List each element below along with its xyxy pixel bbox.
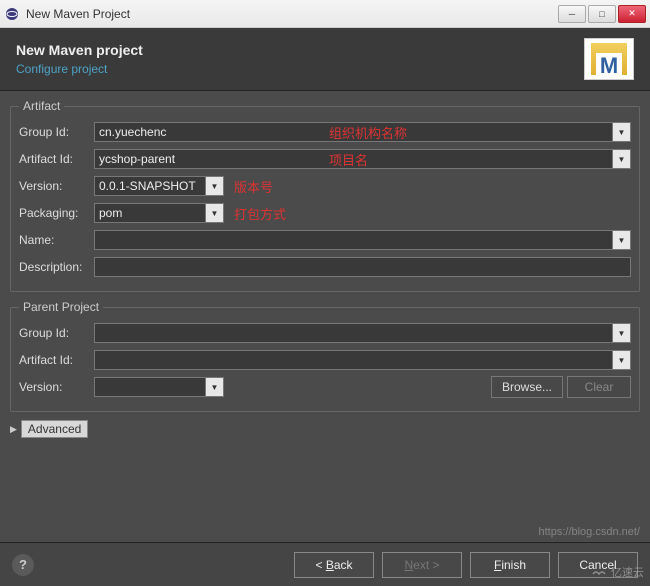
parent-legend: Parent Project — [19, 300, 103, 314]
advanced-label: Advanced — [21, 420, 88, 438]
version-label: Version: — [19, 179, 94, 193]
watermark: https://blog.csdn.net/ — [538, 526, 640, 538]
chevron-down-icon[interactable]: ▼ — [612, 123, 630, 141]
parent-group-id-label: Group Id: — [19, 326, 94, 340]
window-title: New Maven Project — [26, 7, 558, 21]
minimize-button[interactable]: ─ — [558, 5, 586, 23]
back-button[interactable]: < Back — [294, 552, 374, 578]
description-input[interactable] — [94, 257, 631, 277]
name-label: Name: — [19, 233, 94, 247]
packaging-note: 打包方式 — [234, 204, 286, 223]
parent-group: Parent Project Group Id: ▼ Artifact Id: … — [10, 300, 640, 412]
triangle-right-icon: ▶ — [10, 424, 17, 435]
chevron-down-icon[interactable]: ▼ — [205, 204, 223, 222]
group-id-label: Group Id: — [19, 125, 94, 139]
packaging-label: Packaging: — [19, 206, 94, 220]
page-title: New Maven project — [16, 42, 584, 58]
page-subtitle: Configure project — [16, 62, 584, 76]
chevron-down-icon[interactable]: ▼ — [205, 378, 223, 396]
artifact-id-note: 项目名 — [329, 150, 368, 169]
chevron-down-icon[interactable]: ▼ — [612, 351, 630, 369]
watermark-logo: 亿速云 — [591, 564, 644, 580]
titlebar: New Maven Project ─ □ ✕ — [0, 0, 650, 28]
maximize-button[interactable]: □ — [588, 5, 616, 23]
artifact-id-label: Artifact Id: — [19, 152, 94, 166]
group-id-note: 组织机构名称 — [329, 123, 407, 142]
chevron-down-icon[interactable]: ▼ — [612, 324, 630, 342]
help-icon[interactable]: ? — [12, 554, 34, 576]
advanced-toggle[interactable]: ▶ Advanced — [10, 420, 640, 438]
next-button: Next > — [382, 552, 462, 578]
chevron-down-icon[interactable]: ▼ — [205, 177, 223, 195]
version-note: 版本号 — [234, 177, 273, 196]
maven-icon — [584, 38, 634, 80]
description-label: Description: — [19, 260, 94, 274]
chevron-down-icon[interactable]: ▼ — [612, 150, 630, 168]
close-button[interactable]: ✕ — [618, 5, 646, 23]
finish-button[interactable]: Finish — [470, 552, 550, 578]
parent-artifact-id-input[interactable]: ▼ — [94, 350, 631, 370]
parent-version-input[interactable]: ▼ — [94, 377, 224, 397]
clear-button[interactable]: Clear — [567, 376, 631, 398]
chevron-down-icon[interactable]: ▼ — [612, 231, 630, 249]
wizard-footer: ? < Back Next > Finish Cancel — [0, 542, 650, 586]
parent-group-id-input[interactable]: ▼ — [94, 323, 631, 343]
artifact-group: Artifact Group Id: cn.yuechenc ▼ 组织机构名称 … — [10, 99, 640, 292]
browse-button[interactable]: Browse... — [491, 376, 563, 398]
eclipse-icon — [4, 6, 20, 22]
version-input[interactable]: 0.0.1-SNAPSHOT ▼ — [94, 176, 224, 196]
artifact-legend: Artifact — [19, 99, 64, 113]
packaging-input[interactable]: pom ▼ — [94, 203, 224, 223]
parent-artifact-id-label: Artifact Id: — [19, 353, 94, 367]
parent-version-label: Version: — [19, 380, 94, 394]
wizard-header: New Maven project Configure project — [0, 28, 650, 91]
name-input[interactable]: ▼ — [94, 230, 631, 250]
